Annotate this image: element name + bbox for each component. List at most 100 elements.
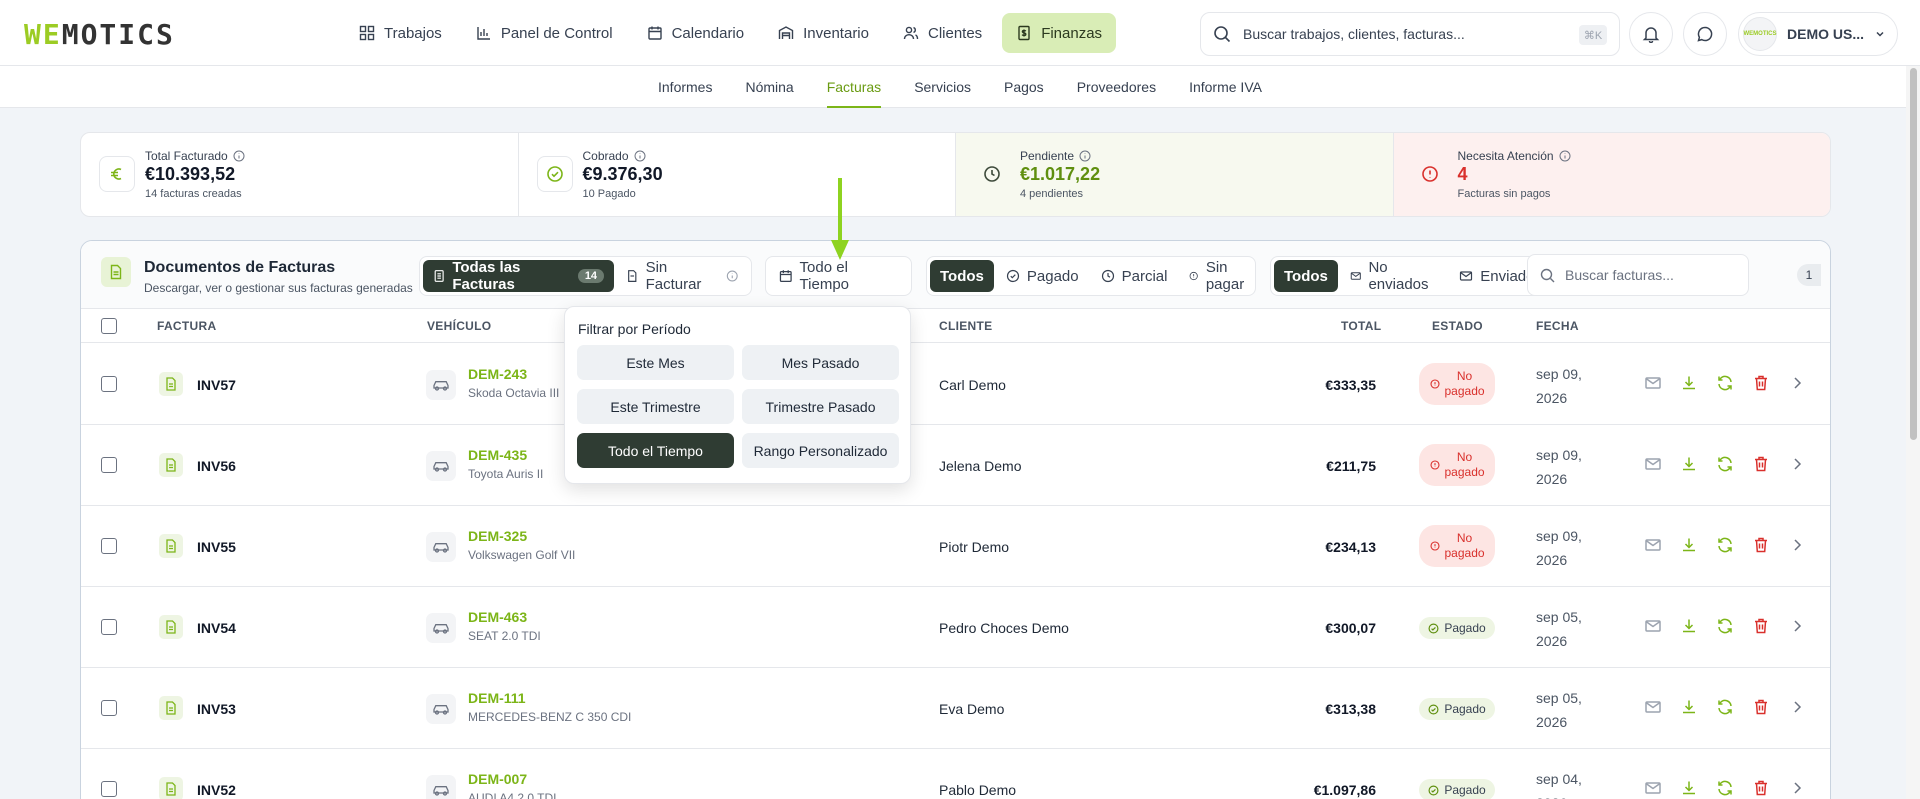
info-icon[interactable] <box>233 150 245 162</box>
chevron-right-icon[interactable] <box>1788 374 1806 392</box>
col-total[interactable]: TOTAL <box>1341 319 1381 333</box>
invoice-number[interactable]: INV52 <box>197 782 236 798</box>
send-email-icon[interactable] <box>1644 779 1662 797</box>
row-checkbox[interactable] <box>101 538 117 554</box>
table-row[interactable]: INV55 DEM-325 Volkswagen Golf VII Piotr Dem… <box>81 506 1830 587</box>
trash-icon[interactable] <box>1752 455 1770 473</box>
table-row[interactable]: INV54 DEM-463 SEAT 2.0 TDI Pedro Choces Dem… <box>81 587 1830 668</box>
trash-icon[interactable] <box>1752 779 1770 797</box>
chevron-right-icon[interactable] <box>1788 617 1806 635</box>
col-estado[interactable]: ESTADO <box>1432 319 1483 333</box>
tab-informes[interactable]: Informes <box>658 66 712 108</box>
period-mes-pasado[interactable]: Mes Pasado <box>742 345 899 380</box>
refresh-icon[interactable] <box>1716 455 1734 473</box>
chevron-right-icon[interactable] <box>1788 455 1806 473</box>
invoice-number[interactable]: INV54 <box>197 620 236 636</box>
tab-pagos[interactable]: Pagos <box>1004 66 1044 108</box>
invoice-search-input[interactable]: Buscar facturas... <box>1565 267 1674 283</box>
select-all-checkbox[interactable] <box>101 318 117 334</box>
vehicle-plate[interactable]: DEM-435 <box>468 447 527 463</box>
page-scrollbar[interactable] <box>1906 66 1920 799</box>
nav-panel-de-control[interactable]: Panel de Control <box>462 13 627 53</box>
tab-nomina[interactable]: Nómina <box>745 66 793 108</box>
refresh-icon[interactable] <box>1716 779 1734 797</box>
pay-filter-todos[interactable]: Todos <box>930 260 994 292</box>
send-filter-todos[interactable]: Todos <box>1274 260 1338 292</box>
invoice-number[interactable]: INV56 <box>197 458 236 474</box>
messages-button[interactable] <box>1683 12 1727 56</box>
info-icon[interactable] <box>1559 150 1571 162</box>
user-menu[interactable]: WEMOTICS DEMO US... <box>1738 12 1898 56</box>
period-filter-button[interactable]: Todo el Tiempo <box>765 256 912 296</box>
download-icon[interactable] <box>1680 455 1698 473</box>
logo[interactable]: WEMOTICS <box>24 18 175 51</box>
invoice-number[interactable]: INV57 <box>197 377 236 393</box>
search-input[interactable]: Buscar trabajos, clientes, facturas... <box>1243 26 1465 42</box>
pay-filter-sin-pagar[interactable]: Sin pagar <box>1179 259 1258 293</box>
trash-icon[interactable] <box>1752 698 1770 716</box>
vehicle-plate[interactable]: DEM-243 <box>468 366 527 382</box>
info-icon[interactable] <box>1079 150 1091 162</box>
invoice-number[interactable]: INV53 <box>197 701 236 717</box>
vehicle-plate[interactable]: DEM-007 <box>468 771 527 787</box>
period-este-trimestre[interactable]: Este Trimestre <box>577 389 734 424</box>
period-filter-label[interactable]: Todo el Tiempo <box>769 259 908 293</box>
tab-facturas[interactable]: Facturas <box>826 66 882 108</box>
tab-informe-iva[interactable]: Informe IVA <box>1189 66 1262 108</box>
trash-icon[interactable] <box>1752 536 1770 554</box>
download-icon[interactable] <box>1680 779 1698 797</box>
table-row[interactable]: INV56 DEM-435 Toyota Auris II Jelena Demo €2… <box>81 425 1830 506</box>
refresh-icon[interactable] <box>1716 617 1734 635</box>
period-todo-el-tiempo[interactable]: Todo el Tiempo <box>577 433 734 468</box>
table-row[interactable]: INV52 DEM-007 AUDI A4 2.0 TDI Pablo Demo €1.… <box>81 749 1830 799</box>
filter-all-invoices[interactable]: Todas las Facturas 14 <box>423 259 615 293</box>
scrollbar-thumb[interactable] <box>1910 68 1917 440</box>
pay-filter-parcial[interactable]: Parcial <box>1091 260 1178 292</box>
trash-icon[interactable] <box>1752 617 1770 635</box>
page-indicator[interactable]: 1 <box>1797 264 1821 286</box>
col-fecha[interactable]: FECHA <box>1536 319 1579 333</box>
send-email-icon[interactable] <box>1644 455 1662 473</box>
refresh-icon[interactable] <box>1716 374 1734 392</box>
download-icon[interactable] <box>1680 374 1698 392</box>
pay-filter-pagado[interactable]: Pagado <box>996 260 1089 292</box>
table-row[interactable]: INV53 DEM-111 MERCEDES-BENZ C 350 CDI Eva D… <box>81 668 1830 749</box>
tab-proveedores[interactable]: Proveedores <box>1077 66 1156 108</box>
vehicle-plate[interactable]: DEM-325 <box>468 528 527 544</box>
nav-calendario[interactable]: Calendario <box>633 13 759 53</box>
download-icon[interactable] <box>1680 617 1698 635</box>
col-factura[interactable]: FACTURA <box>157 319 216 333</box>
chevron-right-icon[interactable] <box>1788 698 1806 716</box>
refresh-icon[interactable] <box>1716 536 1734 554</box>
info-icon[interactable] <box>726 269 739 283</box>
trash-icon[interactable] <box>1752 374 1770 392</box>
send-email-icon[interactable] <box>1644 617 1662 635</box>
row-checkbox[interactable] <box>101 781 117 797</box>
download-icon[interactable] <box>1680 536 1698 554</box>
nav-finanzas[interactable]: Finanzas <box>1002 13 1117 53</box>
send-filter-no-enviados[interactable]: No enviados <box>1340 259 1447 293</box>
invoice-number[interactable]: INV55 <box>197 539 236 555</box>
period-rango-personalizado[interactable]: Rango Personalizado <box>742 433 899 468</box>
row-checkbox[interactable] <box>101 376 117 392</box>
chevron-right-icon[interactable] <box>1788 779 1806 797</box>
info-icon[interactable] <box>634 150 646 162</box>
send-email-icon[interactable] <box>1644 536 1662 554</box>
nav-trabajos[interactable]: Trabajos <box>345 13 456 53</box>
nav-clientes[interactable]: Clientes <box>889 13 996 53</box>
col-cliente[interactable]: CLIENTE <box>939 319 992 333</box>
row-checkbox[interactable] <box>101 457 117 473</box>
period-este-mes[interactable]: Este Mes <box>577 345 734 380</box>
send-email-icon[interactable] <box>1644 698 1662 716</box>
col-vehiculo[interactable]: VEHÍCULO <box>427 319 491 333</box>
send-email-icon[interactable] <box>1644 374 1662 392</box>
row-checkbox[interactable] <box>101 619 117 635</box>
vehicle-plate[interactable]: DEM-111 <box>468 690 526 706</box>
download-icon[interactable] <box>1680 698 1698 716</box>
period-trimestre-pasado[interactable]: Trimestre Pasado <box>742 389 899 424</box>
global-search[interactable]: Buscar trabajos, clientes, facturas... ⌘… <box>1200 12 1620 56</box>
refresh-icon[interactable] <box>1716 698 1734 716</box>
vehicle-plate[interactable]: DEM-463 <box>468 609 527 625</box>
chevron-right-icon[interactable] <box>1788 536 1806 554</box>
filter-unbilled[interactable]: Sin Facturar <box>616 259 748 293</box>
